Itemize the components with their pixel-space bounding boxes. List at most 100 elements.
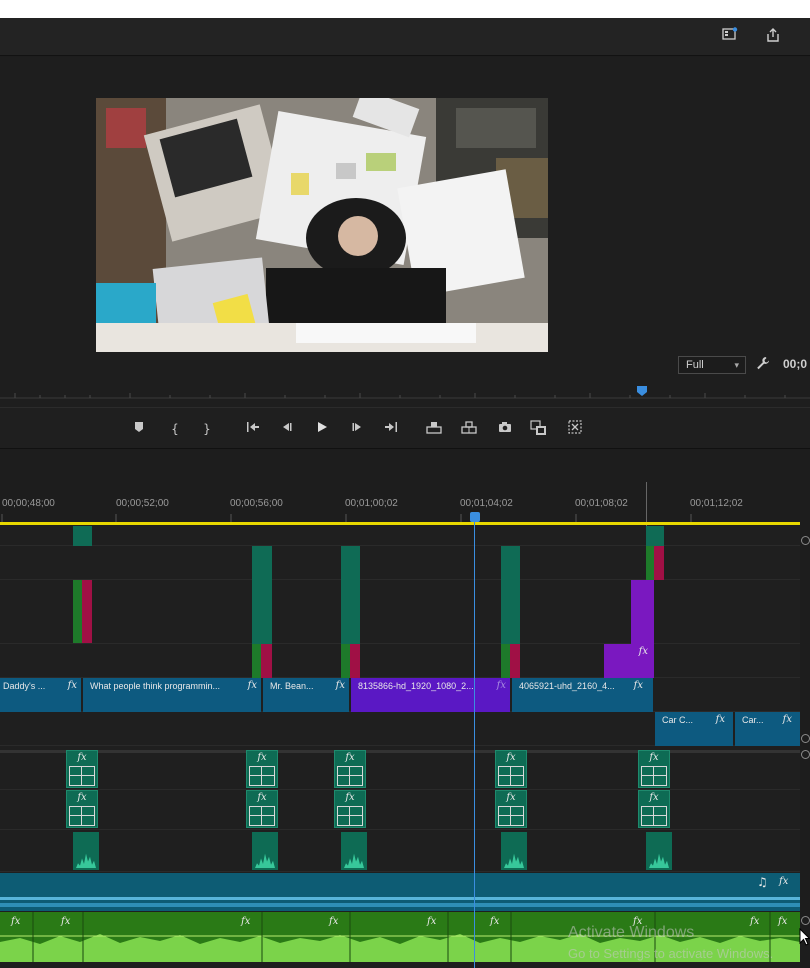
video-clip[interactable]: What people think programmin... fx — [83, 678, 261, 712]
audio-effect-clip[interactable]: fx — [638, 750, 670, 788]
clip-thumbnail — [69, 806, 95, 826]
adjustment-clip-red[interactable] — [654, 546, 664, 580]
timeline-time-ruler[interactable]: 00;00;48;00 00;00;52;00 00;00;56;00 00;0… — [0, 452, 810, 526]
program-scrubber[interactable] — [0, 384, 810, 406]
adjustment-clip-green[interactable] — [73, 580, 82, 643]
clip-thumbnail — [249, 806, 275, 826]
scroll-handle[interactable] — [801, 916, 810, 925]
go-to-in-button[interactable] — [244, 420, 262, 438]
video-clip[interactable]: Daddy's ... fx — [0, 678, 81, 712]
transition-clip[interactable] — [341, 546, 360, 580]
lift-button[interactable] — [425, 420, 443, 438]
adjustment-clip-green[interactable] — [341, 644, 350, 678]
go-to-out-button[interactable] — [382, 420, 400, 438]
settings-wrench-icon[interactable] — [756, 356, 772, 374]
zoom-level-select[interactable]: Full ▾ — [678, 356, 746, 374]
audio-clip[interactable] — [501, 832, 527, 870]
audio-clip[interactable] — [341, 832, 367, 870]
audio-effect-clip[interactable]: fx — [495, 790, 527, 828]
audio-effect-clip[interactable]: fx — [638, 790, 670, 828]
clip-thumbnail — [337, 806, 363, 826]
music-audio-clip[interactable]: ♫ fx — [0, 873, 800, 911]
transition-clip[interactable] — [341, 580, 360, 644]
audio-effect-clip[interactable]: fx — [66, 750, 98, 788]
step-forward-button[interactable] — [348, 420, 366, 438]
adjustment-clip-green[interactable] — [646, 546, 654, 580]
step-back-button[interactable] — [278, 420, 296, 438]
fx-badge: fx — [649, 752, 659, 763]
track-v7 — [0, 526, 800, 546]
transition-clip[interactable] — [501, 580, 520, 644]
transition-clip[interactable] — [646, 526, 664, 546]
fx-badge: fx — [257, 792, 267, 803]
vr-video-toggle-icon[interactable] — [566, 420, 584, 438]
scroll-handle[interactable] — [801, 750, 810, 759]
adjustment-clip-red[interactable] — [510, 644, 520, 678]
work-area-bar[interactable] — [0, 522, 800, 525]
play-button[interactable] — [313, 420, 331, 438]
audio-effect-clip[interactable]: fx — [66, 790, 98, 828]
workspace-icon[interactable] — [720, 27, 740, 47]
adjustment-clip-green[interactable] — [252, 644, 261, 678]
scroll-handle[interactable] — [801, 734, 810, 743]
video-clip-selected[interactable]: 8135866-hd_1920_1080_2... fx — [351, 678, 510, 712]
track-v6 — [0, 546, 800, 580]
audio-effect-clip[interactable]: fx — [246, 750, 278, 788]
timecode-label: 00;00;56;00 — [230, 498, 283, 509]
timecode-label: 00;00;52;00 — [116, 498, 169, 509]
fx-badge: fx — [750, 916, 760, 927]
fx-badge: fx — [638, 646, 648, 657]
fx-badge: fx — [490, 916, 500, 927]
fx-badge: fx — [633, 680, 643, 691]
fx-badge: fx — [77, 792, 87, 803]
extract-button[interactable] — [460, 420, 478, 438]
audio-tracks-scrollbar[interactable] — [801, 750, 810, 950]
audio-effect-clip[interactable]: fx — [334, 790, 366, 828]
adjustment-clip-red[interactable] — [82, 580, 92, 643]
transition-clip[interactable] — [252, 546, 272, 580]
comparison-view-button[interactable] — [530, 420, 548, 438]
activate-windows-watermark: Activate Windows — [568, 924, 695, 941]
adjustment-clip-green[interactable] — [501, 644, 510, 678]
zoom-level-value: Full — [686, 359, 704, 371]
export-share-icon[interactable] — [763, 27, 783, 47]
fx-badge: fx — [506, 792, 516, 803]
purple-effect-clip[interactable]: fx — [604, 644, 654, 678]
transition-clip[interactable] — [252, 580, 272, 644]
audio-clip[interactable] — [73, 832, 99, 870]
video-clip[interactable]: 4065921-uhd_2160_4... fx — [512, 678, 653, 712]
transition-clip[interactable] — [73, 526, 92, 546]
audio-clip[interactable] — [646, 832, 672, 870]
adjustment-clip-red[interactable] — [350, 644, 360, 678]
audio-waveform — [504, 853, 524, 868]
fx-badge: fx — [77, 752, 87, 763]
audio-effect-clip[interactable]: fx — [495, 750, 527, 788]
transition-clip[interactable] — [501, 546, 520, 580]
audio-effect-clip[interactable]: fx — [334, 750, 366, 788]
adjustment-clip-red[interactable] — [261, 644, 272, 678]
playhead-line[interactable] — [474, 516, 475, 968]
add-marker-button[interactable] — [130, 420, 148, 438]
video-clip[interactable]: Car C... fx — [655, 712, 733, 746]
video-tracks-scrollbar[interactable] — [801, 536, 810, 746]
fx-badge: fx — [782, 714, 792, 725]
export-frame-camera-icon[interactable] — [496, 420, 514, 438]
video-clip[interactable]: Mr. Bean... fx — [263, 678, 349, 712]
timecode-label: 00;01;08;02 — [575, 498, 628, 509]
clip-thumbnail — [498, 806, 524, 826]
program-timecode[interactable]: 00;0 — [783, 357, 807, 371]
clip-label: Car C... — [662, 715, 694, 725]
mark-out-button[interactable]: } — [198, 420, 216, 438]
audio-clip[interactable] — [252, 832, 278, 870]
audio-effect-clip[interactable]: fx — [246, 790, 278, 828]
scroll-handle[interactable] — [801, 536, 810, 545]
clip-thumbnail — [641, 766, 667, 786]
playhead-handle[interactable] — [470, 512, 480, 522]
track-a2 — [0, 790, 800, 830]
purple-effect-clip[interactable] — [631, 580, 654, 644]
fx-badge: fx — [427, 916, 437, 927]
clip-label: What people think programmin... — [90, 681, 221, 691]
video-clip[interactable]: Car... fx — [735, 712, 800, 746]
mark-in-button[interactable]: { — [166, 420, 184, 438]
audio-waveform — [76, 853, 96, 868]
